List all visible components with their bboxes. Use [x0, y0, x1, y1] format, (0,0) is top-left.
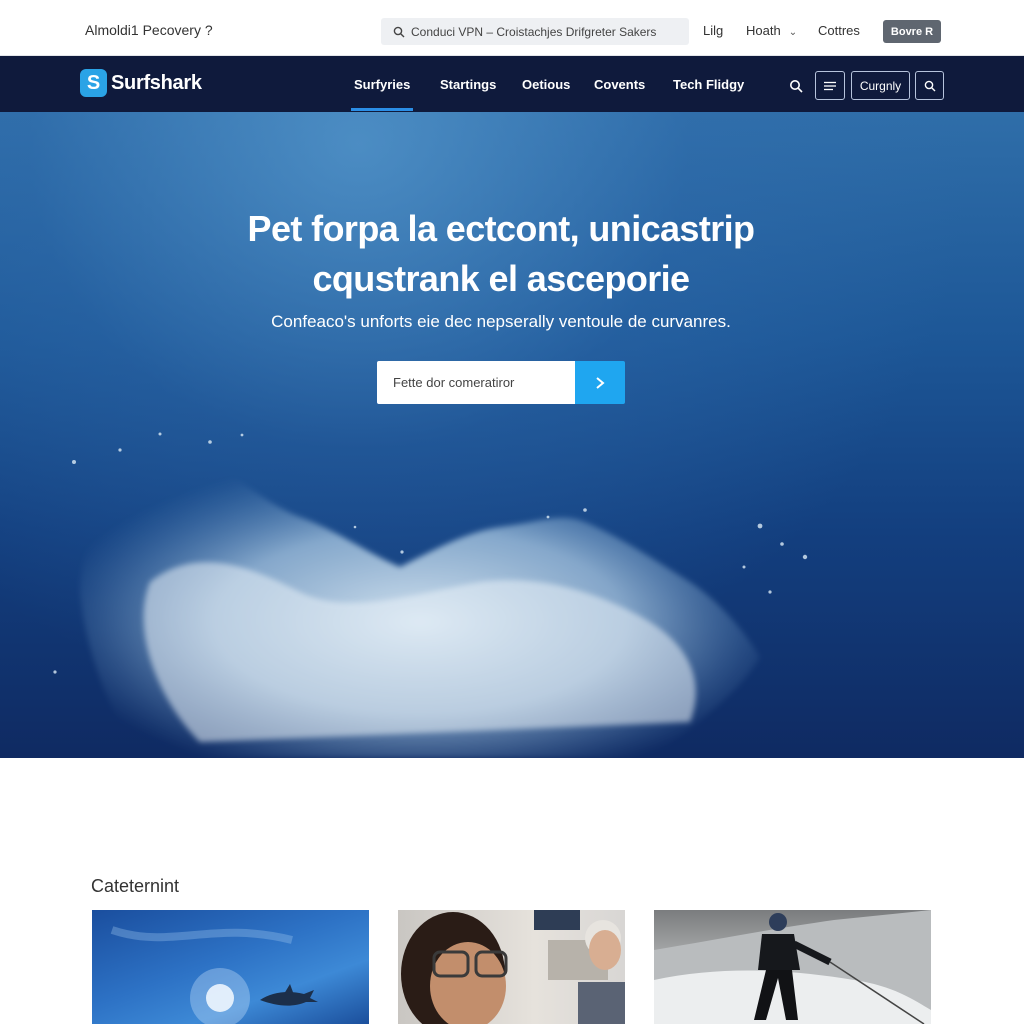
- sky-dolphin-image: [110, 926, 318, 1024]
- utility-bar: Almoldi1 Pecovery ? Conduci VPN – Croist…: [0, 0, 1024, 56]
- card-surfer-image[interactable]: [654, 910, 931, 1024]
- hero-submit-button[interactable]: [575, 361, 625, 404]
- menu-button[interactable]: [815, 71, 845, 100]
- search-icon: [924, 80, 935, 91]
- category-button[interactable]: Curgnly: [851, 71, 910, 100]
- utility-link-hoath[interactable]: Hoath ⌄: [746, 23, 797, 38]
- nav-item-tech-flidgy[interactable]: Tech Flidgy: [673, 77, 744, 92]
- nav-item-startings[interactable]: Startings: [440, 77, 496, 92]
- utility-link-lilg[interactable]: Lilg: [703, 23, 723, 38]
- nav-search-icon[interactable]: [789, 79, 803, 93]
- search-icon: [393, 26, 405, 37]
- menu-icon: [824, 81, 836, 90]
- global-search-text: Conduci VPN – Croistachjes Drifgreter Sa…: [411, 24, 657, 39]
- utility-brand-text: Almoldi1 Pecovery ?: [85, 22, 213, 38]
- hero-section: Pet forpa la ectcont, unicastrip cqustra…: [0, 112, 1024, 758]
- surfshark-logo-text: Surfshark: [111, 71, 202, 94]
- utility-link-hoath-label: Hoath: [746, 23, 781, 38]
- nav-item-covents[interactable]: Covents: [594, 77, 645, 92]
- nav-search-button[interactable]: [915, 71, 944, 100]
- global-search-input[interactable]: Conduci VPN – Croistachjes Drifgreter Sa…: [381, 18, 689, 45]
- card-sky-image[interactable]: [92, 910, 369, 1024]
- hero-email-input[interactable]: Fette dor comeratiror: [377, 361, 575, 404]
- chevron-down-icon: ⌄: [788, 27, 798, 38]
- hero-title: Pet forpa la ectcont, unicastrip cqustra…: [0, 204, 1002, 304]
- section-title: Cateternint: [91, 876, 180, 896]
- nav-item-surfyries[interactable]: Surfyries: [350, 77, 414, 111]
- utility-cta-button[interactable]: Bovre R: [883, 20, 941, 43]
- main-nav: S Surfshark Surfyries Startings Oetious …: [0, 56, 1024, 112]
- surfshark-logo[interactable]: S Surfshark: [80, 69, 202, 97]
- hero-title-line-1: Pet forpa la ectcont, unicastrip: [247, 208, 756, 249]
- people-photo-image: [401, 910, 625, 1024]
- chevron-right-icon: [596, 376, 605, 389]
- utility-link-cottres[interactable]: Cottres: [818, 23, 860, 38]
- surfshark-logo-icon: S: [80, 69, 107, 97]
- surfer-photo-image: [654, 910, 931, 1024]
- card-people-image[interactable]: [398, 910, 625, 1024]
- hero-title-line-2: cqustrank el asceporie: [312, 258, 691, 299]
- nav-item-oetious[interactable]: Oetious: [522, 77, 570, 92]
- hero-subtitle: Confeaco's unforts eie dec nepserally ve…: [271, 312, 731, 331]
